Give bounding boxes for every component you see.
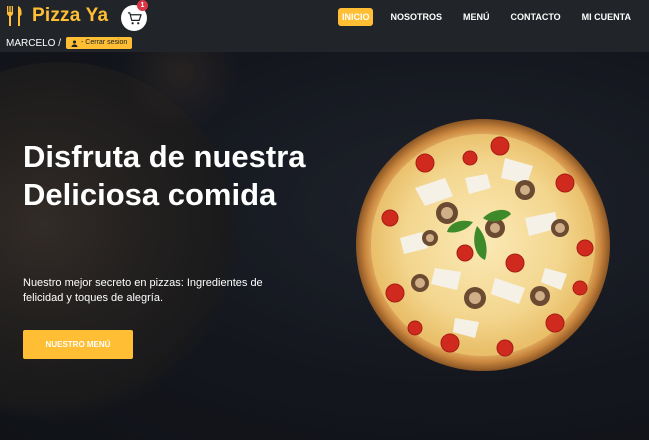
our-menu-button[interactable]: NUESTRO MENÚ: [23, 330, 133, 359]
nav-item-inicio[interactable]: INICIO: [337, 8, 374, 26]
hero-title: Disfruta de nuestra Deliciosa comida: [23, 139, 306, 212]
nav-item-nosotros[interactable]: NOSOTROS: [386, 8, 446, 26]
brand-name: Pizza Ya: [32, 5, 109, 26]
nav-item-menu[interactable]: MENÚ: [459, 8, 494, 26]
logout-label: - Cerrar sesion: [81, 39, 128, 46]
top-navbar: Pizza Ya 1 INICIO NOSOTROS MENÚ CONTACTO…: [0, 0, 649, 34]
user-bar: MARCELO / - Cerrar sesion: [0, 34, 649, 52]
fork-knife-icon: [6, 6, 22, 26]
nav-item-mi-cuenta[interactable]: MI CUENTA: [578, 8, 635, 26]
pizza-image: [355, 118, 611, 372]
username: MARCELO /: [6, 37, 62, 49]
cart-icon: [127, 11, 142, 24]
cart-count-badge: 1: [137, 0, 148, 11]
hero-subtitle: Nuestro mejor secreto en pizzas: Ingredi…: [23, 277, 263, 304]
nav-item-contacto[interactable]: CONTACTO: [506, 8, 564, 26]
logout-button[interactable]: - Cerrar sesion: [66, 37, 133, 49]
cart-button[interactable]: 1: [121, 0, 148, 31]
hero-section: Disfruta de nuestra Deliciosa comida Nue…: [0, 52, 649, 440]
brand-logo[interactable]: Pizza Ya: [6, 5, 108, 27]
main-nav: INICIO NOSOTROS MENÚ CONTACTO MI CUENTA: [337, 7, 649, 27]
user-icon: [71, 39, 78, 47]
